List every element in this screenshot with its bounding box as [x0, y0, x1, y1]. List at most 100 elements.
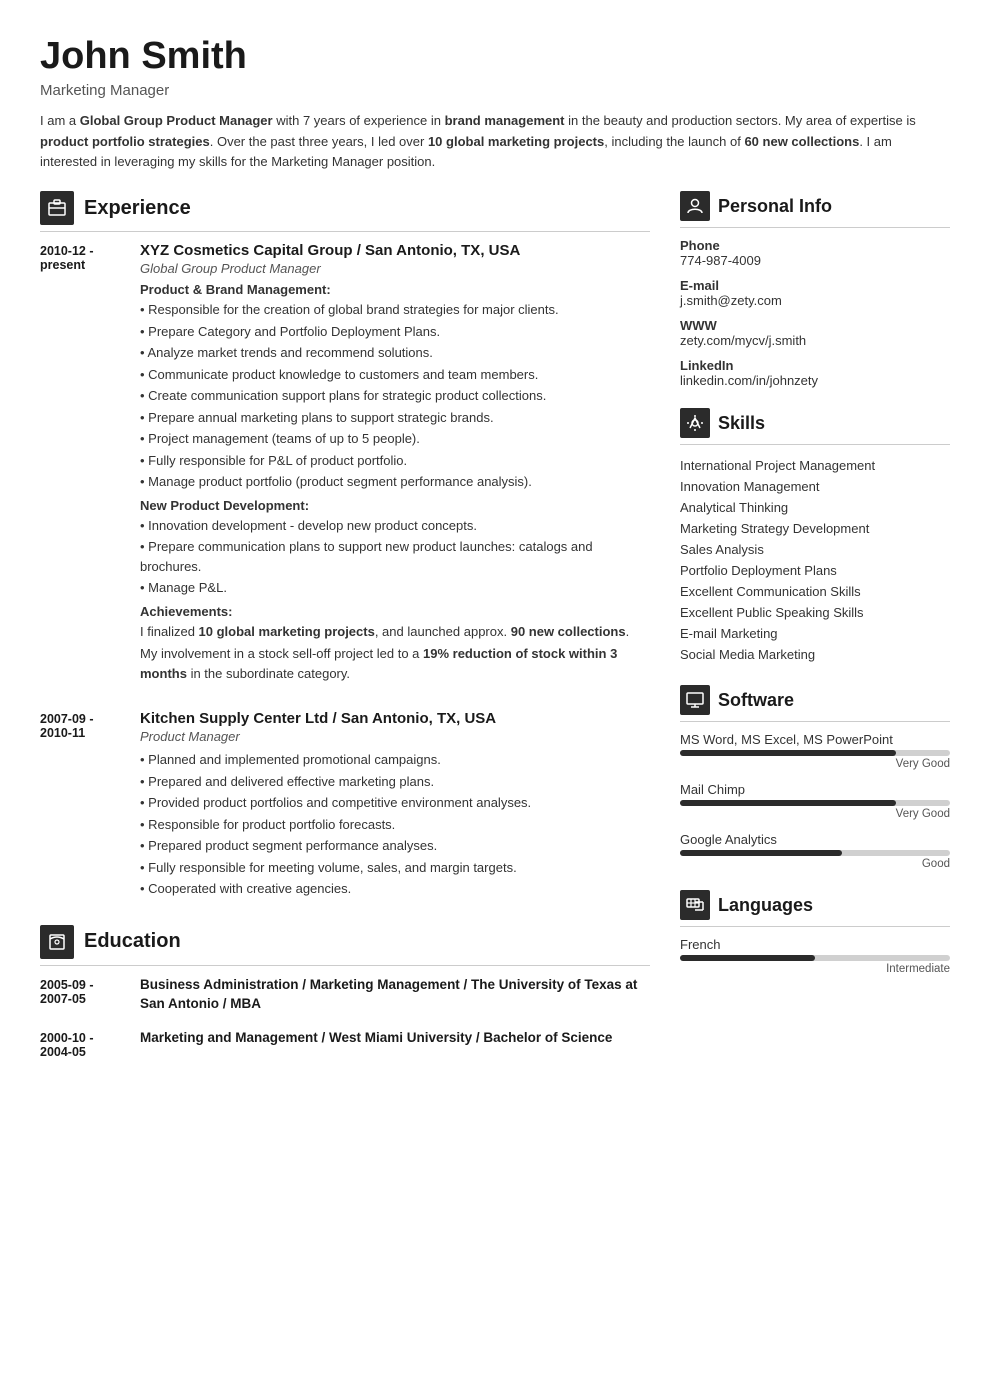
- bullet-item: Manage P&L.: [140, 578, 650, 598]
- edu-degree-1: Business Administration / Marketing Mana…: [140, 976, 650, 1014]
- exp-achievement-1: I finalized 10 global marketing projects…: [140, 622, 650, 642]
- progress-bar-ga: [680, 850, 950, 856]
- skills-header: Skills: [680, 408, 950, 445]
- languages-section: Languages French Intermediate: [680, 890, 950, 975]
- right-column: Personal Info Phone 774-987-4009 E-mail …: [680, 191, 950, 1360]
- exp-content-2: Kitchen Supply Center Ltd / San Antonio,…: [140, 710, 650, 901]
- edu-degree-2: Marketing and Management / West Miami Un…: [140, 1029, 650, 1048]
- info-linkedin-value: linkedin.com/in/johnzety: [680, 373, 950, 388]
- info-linkedin-label: LinkedIn: [680, 358, 950, 373]
- skill-item: E-mail Marketing: [680, 623, 950, 644]
- languages-icon: [680, 890, 710, 920]
- education-header: Education: [40, 925, 650, 966]
- skill-item: Innovation Management: [680, 476, 950, 497]
- edu-entry-1: 2005-09 -2007-05 Business Administration…: [40, 976, 650, 1014]
- bullet-item: Innovation development - develop new pro…: [140, 516, 650, 536]
- education-section: Education 2005-09 -2007-05 Business Admi…: [40, 925, 650, 1060]
- skill-item: Analytical Thinking: [680, 497, 950, 518]
- skill-item: Portfolio Deployment Plans: [680, 560, 950, 581]
- exp-entry-1: 2010-12 -present XYZ Cosmetics Capital G…: [40, 242, 650, 686]
- experience-title: Experience: [84, 197, 191, 220]
- personal-info-header: Personal Info: [680, 191, 950, 228]
- exp-bullets-product: Responsible for the creation of global b…: [140, 300, 650, 492]
- info-phone: Phone 774-987-4009: [680, 238, 950, 268]
- info-linkedin: LinkedIn linkedin.com/in/johnzety: [680, 358, 950, 388]
- education-icon: [40, 925, 74, 959]
- progress-fill-mailchimp: [680, 800, 896, 806]
- bullet-item: Manage product portfolio (product segmen…: [140, 472, 650, 492]
- progress-bar-ms: [680, 750, 950, 756]
- language-item-french: French Intermediate: [680, 937, 950, 975]
- info-www: WWW zety.com/mycv/j.smith: [680, 318, 950, 348]
- exp-content-1: XYZ Cosmetics Capital Group / San Antoni…: [140, 242, 650, 686]
- info-email-value: j.smith@zety.com: [680, 293, 950, 308]
- edu-entry-2: 2000-10 -2004-05 Marketing and Managemen…: [40, 1029, 650, 1059]
- skills-title: Skills: [718, 413, 765, 434]
- bullet-item: Communicate product knowledge to custome…: [140, 365, 650, 385]
- exp-subheader-achievements: Achievements:: [140, 604, 650, 619]
- skill-item: Excellent Communication Skills: [680, 581, 950, 602]
- software-header: Software: [680, 685, 950, 722]
- bullet-item: Prepare annual marketing plans to suppor…: [140, 408, 650, 428]
- bullet-item: Project management (teams of up to 5 peo…: [140, 429, 650, 449]
- resume-page: John Smith Marketing Manager I am a Glob…: [0, 0, 990, 1400]
- candidate-title: Marketing Manager: [40, 82, 950, 99]
- candidate-summary: I am a Global Group Product Manager with…: [40, 111, 950, 173]
- software-item-ms: MS Word, MS Excel, MS PowerPoint Very Go…: [680, 732, 950, 770]
- progress-label-ms: Very Good: [680, 758, 950, 770]
- progress-label-french: Intermediate: [680, 963, 950, 975]
- progress-fill-french: [680, 955, 815, 961]
- experience-icon: [40, 191, 74, 225]
- software-name-mailchimp: Mail Chimp: [680, 782, 950, 797]
- bullet-item: Fully responsible for meeting volume, sa…: [140, 858, 650, 878]
- exp-subheader-npd: New Product Development:: [140, 498, 650, 513]
- header-section: John Smith Marketing Manager I am a Glob…: [40, 36, 950, 173]
- progress-fill-ms: [680, 750, 896, 756]
- bullet-item: Responsible for the creation of global b…: [140, 300, 650, 320]
- skill-item: Sales Analysis: [680, 539, 950, 560]
- software-name-ms: MS Word, MS Excel, MS PowerPoint: [680, 732, 950, 747]
- exp-company-1: XYZ Cosmetics Capital Group / San Antoni…: [140, 242, 650, 259]
- exp-date-2: 2007-09 -2010-11: [40, 710, 140, 901]
- languages-header: Languages: [680, 890, 950, 927]
- exp-bullets-npd: Innovation development - develop new pro…: [140, 516, 650, 598]
- exp-entry-2: 2007-09 -2010-11 Kitchen Supply Center L…: [40, 710, 650, 901]
- exp-role-1: Global Group Product Manager: [140, 261, 650, 276]
- progress-fill-ga: [680, 850, 842, 856]
- info-www-label: WWW: [680, 318, 950, 333]
- edu-date-2: 2000-10 -2004-05: [40, 1029, 140, 1059]
- info-email-label: E-mail: [680, 278, 950, 293]
- info-email: E-mail j.smith@zety.com: [680, 278, 950, 308]
- exp-company-2: Kitchen Supply Center Ltd / San Antonio,…: [140, 710, 650, 727]
- skills-section: Skills International Project Management …: [680, 408, 950, 665]
- software-item-ga: Google Analytics Good: [680, 832, 950, 870]
- education-title: Education: [84, 930, 181, 953]
- software-name-ga: Google Analytics: [680, 832, 950, 847]
- languages-title: Languages: [718, 895, 813, 916]
- info-phone-value: 774-987-4009: [680, 253, 950, 268]
- exp-bullets-2: Planned and implemented promotional camp…: [140, 750, 650, 899]
- bullet-item: Provided product portfolios and competit…: [140, 793, 650, 813]
- exp-achievement-2: My involvement in a stock sell-off proje…: [140, 644, 650, 683]
- progress-bar-french: [680, 955, 950, 961]
- edu-content-1: Business Administration / Marketing Mana…: [140, 976, 650, 1014]
- skills-list: International Project Management Innovat…: [680, 455, 950, 665]
- bullet-item: Planned and implemented promotional camp…: [140, 750, 650, 770]
- bullet-item: Fully responsible for P&L of product por…: [140, 451, 650, 471]
- bullet-item: Prepared product segment performance ana…: [140, 836, 650, 856]
- skill-item: Excellent Public Speaking Skills: [680, 602, 950, 623]
- main-body: Experience 2010-12 -present XYZ Cosmetic…: [40, 191, 950, 1360]
- bullet-item: Prepared and delivered effective marketi…: [140, 772, 650, 792]
- skill-item: Social Media Marketing: [680, 644, 950, 665]
- bullet-item: Responsible for product portfolio foreca…: [140, 815, 650, 835]
- software-title: Software: [718, 690, 794, 711]
- info-phone-label: Phone: [680, 238, 950, 253]
- exp-date-1: 2010-12 -present: [40, 242, 140, 686]
- exp-subheader-product: Product & Brand Management:: [140, 282, 650, 297]
- experience-header: Experience: [40, 191, 650, 232]
- progress-label-mailchimp: Very Good: [680, 808, 950, 820]
- skill-item: International Project Management: [680, 455, 950, 476]
- skill-item: Marketing Strategy Development: [680, 518, 950, 539]
- exp-role-2: Product Manager: [140, 729, 650, 744]
- software-icon: [680, 685, 710, 715]
